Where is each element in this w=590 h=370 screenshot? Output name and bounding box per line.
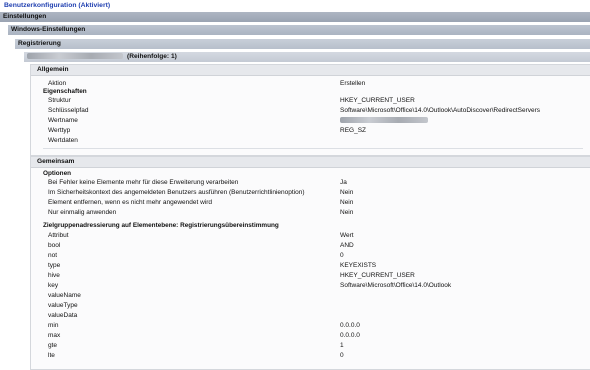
item-order-label: (Reihenfolge: 1) [127,53,177,60]
attr-label: key [48,282,59,289]
allgemein-heading: Allgemein [37,66,69,73]
attr-label: bool [48,242,61,249]
wertdaten-label: Wertdaten [48,137,78,144]
option-label: Nur einmalig anwenden [48,209,117,216]
attr-label: hive [48,272,60,279]
section-windows-einstellungen[interactable]: Windows-Einstellungen [8,25,590,35]
gemeinsam-heading: Gemeinsam [37,158,75,165]
werttyp-label: Werttyp [48,127,71,134]
struktur-label: Struktur [48,97,71,104]
attr-value: 0 [340,252,344,259]
attr-value: KEYEXISTS [340,262,377,269]
attr-value: 0.0.0.0 [340,322,360,329]
optionen-heading: Optionen [43,170,72,177]
attribut-header: Attribut [48,232,69,239]
attr-value: 1 [340,342,344,349]
registry-item-header[interactable]: (Reihenfolge: 1) [24,52,590,62]
wertname-value [340,117,432,124]
attr-label: gte [48,342,58,349]
option-value: Ja [340,179,347,186]
einstellungen-label: Einstellungen [3,13,47,20]
attr-label: valueType [48,302,78,309]
attr-label: type [48,262,61,269]
struktur-value: HKEY_CURRENT_USER [340,97,415,104]
zielgruppen-heading: Zielgruppenadressierung auf Elementebene… [43,222,279,229]
attr-label: max [48,332,61,339]
attr-value: Software\Microsoft\Office\14.0\Outlook [340,282,452,289]
option-value: Nein [340,199,354,206]
allgemein-panel: Allgemein Aktion Erstellen Eigenschaften… [30,64,590,156]
gemeinsam-header[interactable] [31,157,590,168]
allgemein-header[interactable] [31,65,590,76]
option-value: Nein [340,209,354,216]
schluesselpfad-value: Software\Microsoft\Office\14.0\Outlook\A… [340,107,541,114]
divider [43,148,583,149]
redacted-wertname [340,117,428,124]
werttyp-value: REG_SZ [340,127,367,134]
attr-label: not [48,252,58,259]
attr-label: valueData [48,312,78,319]
attr-label: min [48,322,59,329]
section-registrierung[interactable]: Registrierung [15,39,590,49]
wert-header: Wert [340,232,354,239]
option-label: Element entfernen, wenn es nicht mehr an… [48,199,213,206]
aktion-label: Aktion [48,80,67,87]
section-einstellungen[interactable]: Einstellungen [0,12,590,22]
eigenschaften-heading: Eigenschaften [43,88,87,95]
gemeinsam-panel: Gemeinsam Optionen Bei Fehler keine Elem… [30,156,590,370]
windows-einstellungen-label: Windows-Einstellungen [11,26,86,33]
attr-value: AND [340,242,354,249]
attr-label: lte [48,352,55,359]
attr-label: valueName [48,292,81,299]
wertname-label: Wertname [48,117,78,124]
option-label: Bei Fehler keine Elemente mehr für diese… [48,179,239,186]
attr-value: 0 [340,352,344,359]
registrierung-label: Registrierung [18,40,61,47]
attr-value: 0.0.0.0 [340,332,360,339]
schluesselpfad-label: Schlüsselpfad [48,107,89,114]
page-title[interactable]: Benutzerkonfiguration (Aktiviert) [4,2,110,9]
attr-value: HKEY_CURRENT_USER [340,272,415,279]
option-label: Im Sicherheitskontext des angemeldeten B… [48,189,305,196]
aktion-value: Erstellen [340,80,366,87]
redacted-item-name [27,53,123,60]
option-value: Nein [340,189,354,196]
